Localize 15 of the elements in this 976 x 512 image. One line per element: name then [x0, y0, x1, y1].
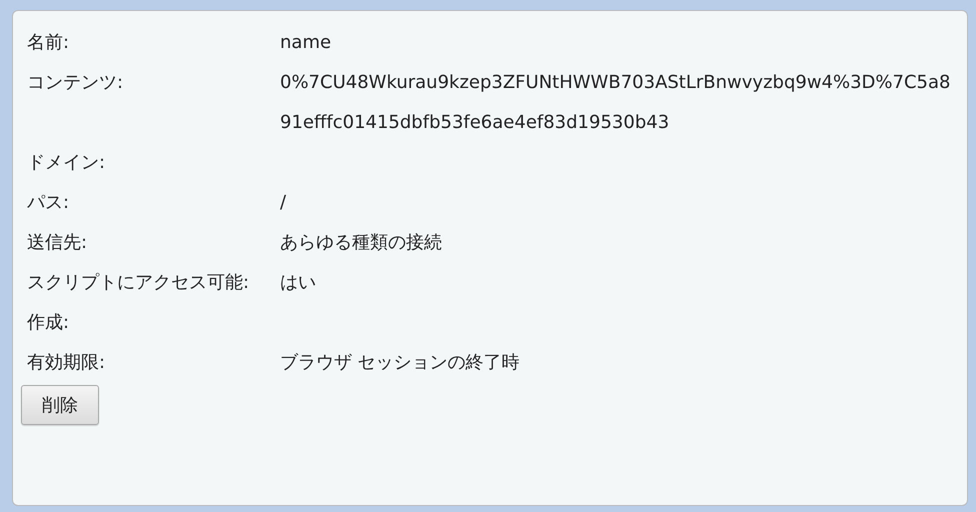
field-label: コンテンツ: [26, 71, 124, 95]
field-label: スクリプトにアクセス可能: [26, 271, 250, 295]
field-value: あらゆる種類の接続 [280, 231, 443, 255]
field-value: / [280, 191, 288, 215]
field-label: パス: [26, 191, 70, 215]
delete-button[interactable]: 削除 [21, 385, 99, 425]
field-value: ブラウザ セッションの終了時 [280, 351, 521, 375]
field-label: 名前: [26, 31, 70, 55]
field-label: ドメイン: [26, 151, 106, 175]
field-label: 有効期限: [26, 351, 106, 375]
field-value: name [280, 31, 332, 55]
field-label: 作成: [26, 311, 70, 335]
field-label: 送信先: [26, 231, 88, 255]
field-value: 0%7CU48Wkurau9kzep3ZFUNtHWWB703AStLrBnwvyzbq9w4%3D%7C5a891efffc01415dbfb53fe6ae4ef83d19530b43 [280, 71, 952, 135]
field-value: はい [280, 271, 317, 295]
